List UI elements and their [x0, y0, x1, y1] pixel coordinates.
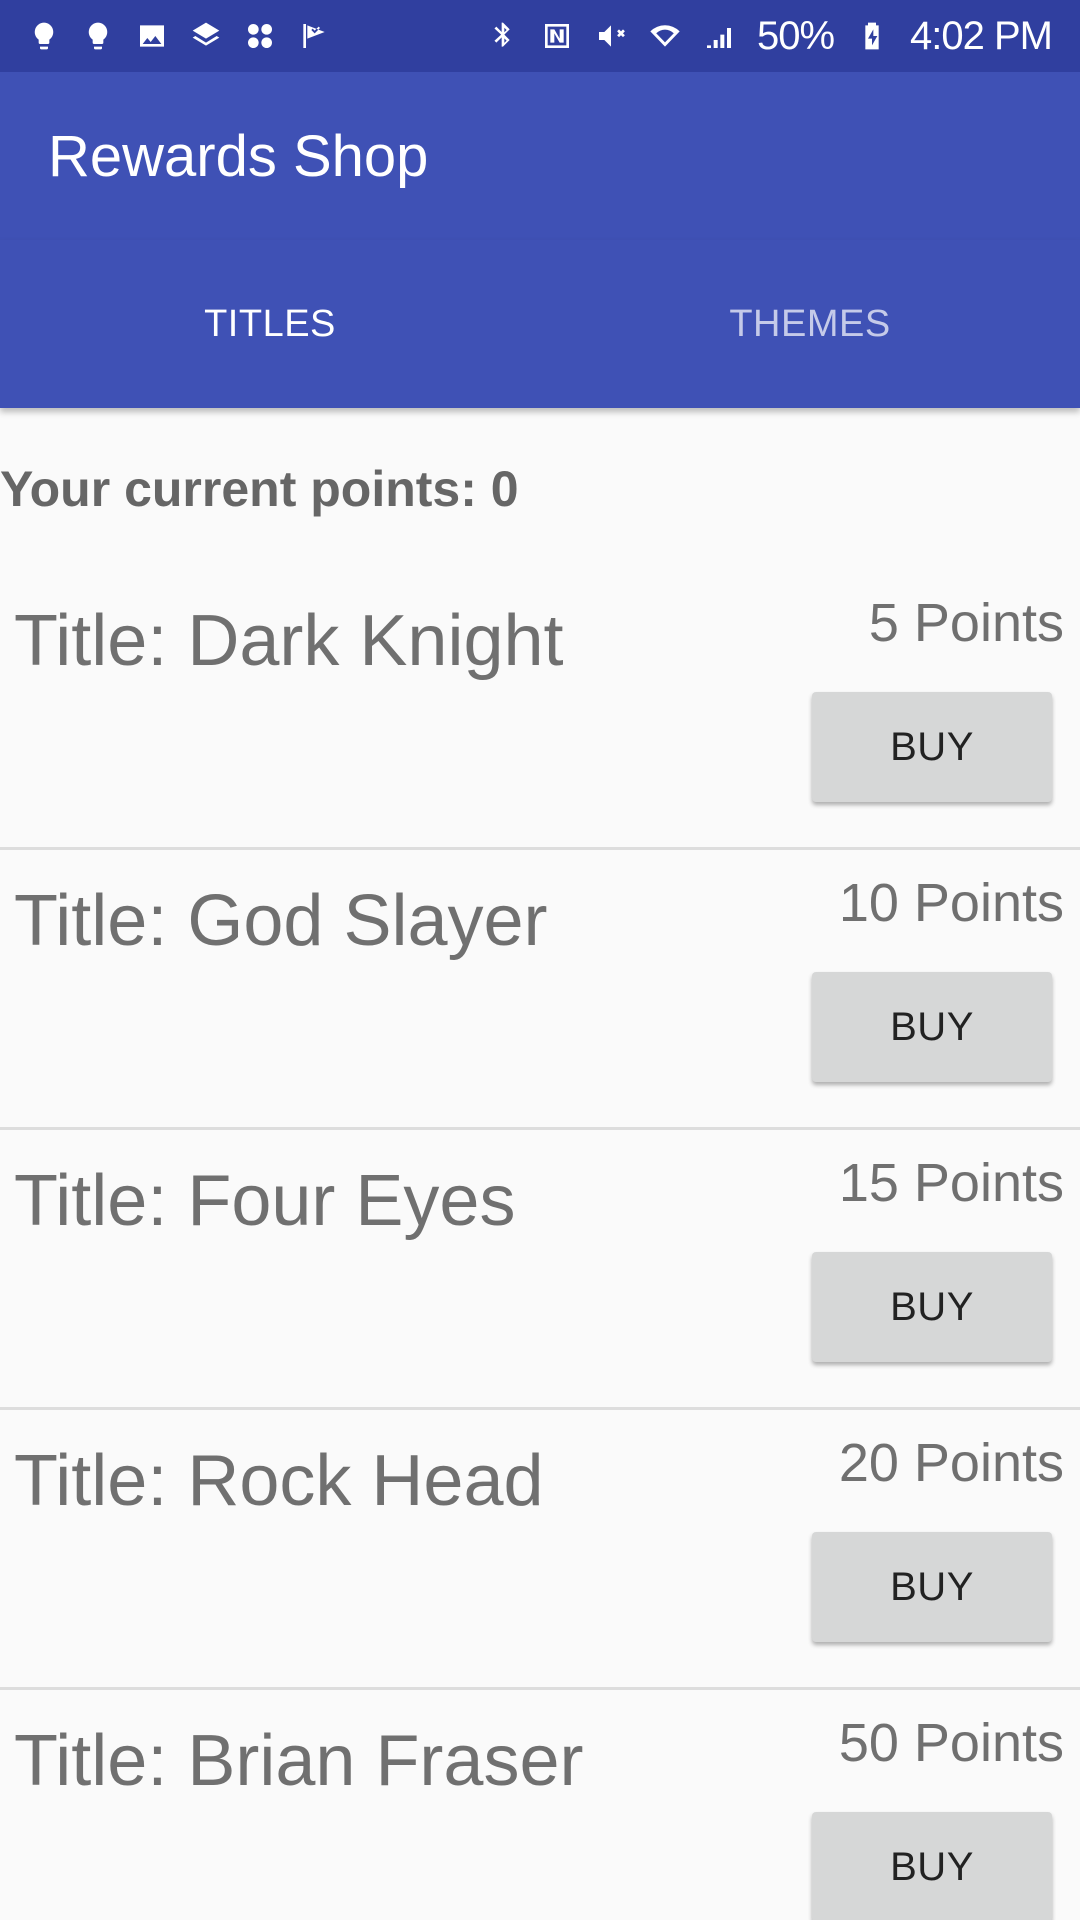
clock: 4:02 PM — [910, 14, 1053, 58]
bulb-icon — [28, 16, 60, 56]
tab-themes[interactable]: THEMES — [540, 240, 1080, 408]
list-item: Title: God Slayer 10 Points BUY — [0, 850, 1080, 1130]
item-title: Title: Rock Head — [14, 1441, 544, 1521]
check-flag-icon — [298, 16, 330, 56]
buy-button[interactable]: BUY — [812, 1252, 1052, 1362]
list-item: Title: Four Eyes 15 Points BUY — [0, 1130, 1080, 1410]
app-bar: Rewards Shop — [0, 72, 1080, 240]
list-item: Title: Brian Fraser 50 Points BUY — [0, 1690, 1080, 1920]
nfc-icon — [541, 16, 573, 56]
buy-button[interactable]: BUY — [812, 1532, 1052, 1642]
tab-titles[interactable]: TITLES — [0, 240, 540, 408]
rewards-list: Title: Dark Knight 5 Points BUY Title: G… — [0, 570, 1080, 1920]
apps-icon — [244, 16, 276, 56]
item-title: Title: Brian Fraser — [14, 1721, 584, 1801]
buy-button[interactable]: BUY — [812, 692, 1052, 802]
current-points-text: Your current points: 0 — [0, 461, 519, 517]
item-points: 10 Points — [838, 873, 1064, 933]
item-points: 50 Points — [838, 1713, 1064, 1773]
mute-icon — [595, 16, 627, 56]
list-item: Title: Rock Head 20 Points BUY — [0, 1410, 1080, 1690]
list-item: Title: Dark Knight 5 Points BUY — [0, 570, 1080, 850]
wifi-icon — [649, 16, 681, 56]
item-points: 20 Points — [838, 1433, 1064, 1493]
buy-button[interactable]: BUY — [812, 1812, 1052, 1920]
layers-icon — [190, 16, 222, 56]
buy-button[interactable]: BUY — [812, 972, 1052, 1082]
item-title: Title: Four Eyes — [14, 1161, 516, 1241]
bulb-icon — [82, 16, 114, 56]
status-bar: 50% 4:02 PM — [0, 0, 1080, 72]
battery-charging-icon — [856, 16, 888, 56]
image-icon — [136, 16, 168, 56]
item-points: 5 Points — [868, 593, 1064, 653]
signal-icon — [703, 16, 735, 56]
tab-bar: TITLES THEMES — [0, 240, 1080, 408]
battery-percent: 50% — [756, 14, 835, 58]
bluetooth-icon — [487, 16, 519, 56]
status-left-icons — [28, 16, 330, 56]
app-title: Rewards Shop — [48, 123, 429, 189]
item-title: Title: Dark Knight — [14, 601, 564, 681]
status-right-icons: 50% 4:02 PM — [487, 14, 1053, 58]
item-title: Title: God Slayer — [14, 881, 548, 961]
item-points: 15 Points — [838, 1153, 1064, 1213]
